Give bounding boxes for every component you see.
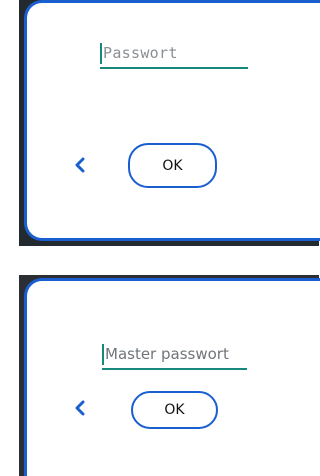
- ok-button-label: OK: [162, 157, 183, 174]
- master-password-dialog-frame: Master passwort OK: [19, 275, 320, 476]
- ok-button[interactable]: OK: [128, 143, 217, 188]
- text-caret: [102, 343, 104, 365]
- password-dialog-frame: Passwort OK: [19, 0, 320, 246]
- back-button[interactable]: [69, 152, 91, 178]
- master-password-input[interactable]: Master passwort: [102, 340, 247, 370]
- chevron-left-icon: [75, 400, 85, 416]
- text-caret: [100, 42, 102, 64]
- master-password-dialog: Master passwort OK: [24, 278, 320, 476]
- password-dialog: Passwort OK: [24, 0, 320, 241]
- password-placeholder: Passwort: [103, 44, 178, 62]
- back-button[interactable]: [69, 395, 91, 421]
- master-password-placeholder: Master passwort: [105, 345, 229, 363]
- password-input[interactable]: Passwort: [100, 39, 248, 69]
- ok-button[interactable]: OK: [131, 391, 218, 429]
- chevron-left-icon: [75, 157, 85, 173]
- ok-button-label: OK: [164, 402, 185, 418]
- screen: Passwort OK Master passwort OK: [0, 0, 320, 476]
